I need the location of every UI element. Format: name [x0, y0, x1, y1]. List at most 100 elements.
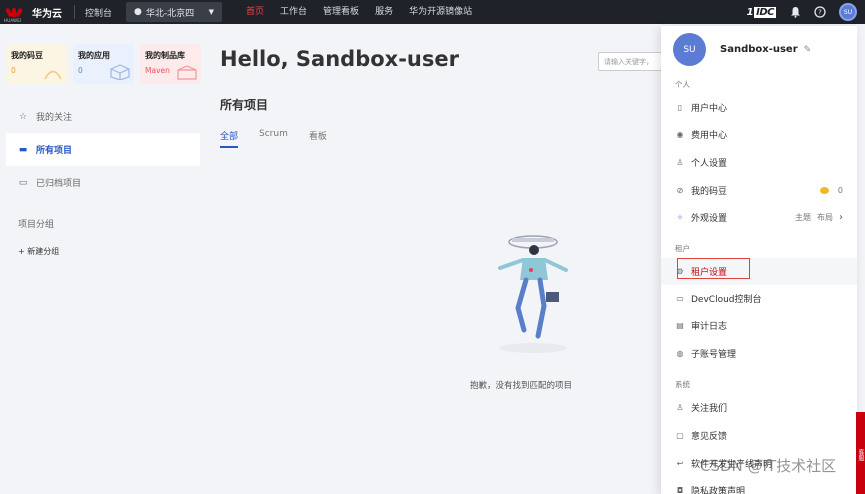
section-personal: 个人: [675, 80, 690, 89]
cube-deco-icon: [110, 64, 130, 80]
statement-icon: ↩: [676, 459, 684, 468]
card-my-beans[interactable]: 我的码豆 0: [6, 44, 67, 84]
star-icon: ☆: [18, 111, 28, 122]
huawei-logo[interactable]: HUAWEI 华为云: [0, 5, 74, 23]
section-system: 系统: [675, 380, 690, 389]
menu-item-label: 外观设置: [691, 214, 728, 224]
empty-state-illustration: [498, 235, 568, 353]
menu-subaccount-management[interactable]: ◍ 子账号管理: [661, 340, 857, 367]
menu-privacy-policy[interactable]: ◘ 隐私政策声明: [661, 477, 857, 494]
menu-my-beans[interactable]: ⊘ 我的码豆 0: [661, 177, 857, 204]
location-pin-icon: ●: [134, 7, 142, 17]
panel-user-header: SU Sandbox-user ✎: [673, 33, 811, 66]
menu-item-label: 隐私政策声明: [691, 487, 746, 494]
user-avatar-button[interactable]: SU: [839, 3, 857, 21]
menu-item-label: 审计日志: [691, 322, 728, 332]
wand-icon: ✧: [676, 213, 684, 222]
menu-personal-settings[interactable]: ♙ 个人设置: [661, 149, 857, 176]
sidebar-item-favorites[interactable]: ☆ 我的关注: [6, 100, 200, 133]
menu-item-label: 关注我们: [691, 404, 728, 414]
folder-icon: ▬: [18, 144, 28, 155]
menu-item-label: 我的码豆: [691, 187, 728, 197]
avatar: SU: [673, 33, 706, 66]
top-nav: HUAWEI 华为云 控制台 ● 华北-北京四 ▼ 首页 工作台 管理看板 服务…: [0, 0, 865, 24]
sidebar-item-label: 已归档项目: [36, 179, 82, 189]
theme-label: 主题: [795, 213, 811, 222]
billing-icon: ◉: [676, 130, 684, 139]
side-menu: ☆ 我的关注 ▬ 所有项目 ▭ 已归档项目: [6, 100, 200, 199]
menu-appearance-settings[interactable]: ✧ 外观设置 主题 布局 ›: [661, 204, 857, 231]
region-selector[interactable]: ● 华北-北京四 ▼: [126, 2, 223, 22]
brand-name: 华为云: [32, 8, 62, 20]
menu-user-center[interactable]: ▯ 用户中心: [661, 94, 857, 121]
project-tabs: 全部 Scrum 看板: [220, 129, 327, 148]
box-deco-icon: [177, 65, 197, 80]
menu-item-label: DevCloud控制台: [691, 295, 762, 305]
nav-home[interactable]: 首页: [246, 0, 264, 24]
layout-label: 布局: [817, 213, 833, 222]
bean-count: 0: [819, 186, 843, 195]
console-icon: ▭: [676, 294, 684, 303]
menu-item-label: 个人设置: [691, 159, 728, 169]
bean-icon: ⊘: [676, 186, 684, 195]
idc-logo[interactable]: 1 IDC: [747, 6, 776, 18]
feedback-icon: ▢: [676, 431, 684, 440]
menu-devcloud-console[interactable]: ▭ DevCloud控制台: [661, 285, 857, 312]
edit-pencil-icon[interactable]: ✎: [804, 45, 812, 55]
audit-log-icon: ▤: [676, 321, 684, 330]
region-label: 华北-北京四: [145, 8, 195, 19]
nav-services[interactable]: 服务: [375, 0, 393, 24]
nav-dashboard[interactable]: 管理看板: [323, 0, 359, 24]
tab-scrum[interactable]: Scrum: [259, 129, 288, 148]
card-title: 我的应用: [78, 51, 110, 60]
bean-deco-icon: [44, 70, 62, 80]
archive-icon: ▭: [18, 177, 28, 188]
person-icon: ♙: [676, 158, 684, 167]
sidebar-item-label: 所有项目: [36, 146, 73, 156]
sidebar-item-label: 我的关注: [36, 113, 73, 123]
bell-icon[interactable]: [789, 6, 801, 18]
chevron-right-icon: ›: [839, 212, 843, 223]
menu-audit-log[interactable]: ▤ 审计日志: [661, 312, 857, 339]
sidebar: 我的码豆 0 我的应用 0 我的制品库 Maven ☆ 我的关注 ▬ 所有项目 …: [0, 24, 210, 494]
follow-icon: ♙: [676, 403, 684, 412]
summary-cards: 我的码豆 0 我的应用 0 我的制品库 Maven: [6, 44, 201, 84]
help-icon[interactable]: ?: [814, 6, 826, 18]
card-title: 我的码豆: [11, 51, 43, 60]
sidebar-item-archived[interactable]: ▭ 已归档项目: [6, 166, 200, 199]
search-input[interactable]: 请输入关键字，: [598, 52, 662, 71]
card-my-artifacts[interactable]: 我的制品库 Maven: [140, 44, 201, 84]
console-link[interactable]: 控制台: [85, 6, 112, 19]
appearance-options: 主题 布局 ›: [795, 212, 843, 223]
coin-icon: [819, 187, 829, 194]
customer-service-tab[interactable]: 客服: [856, 412, 865, 494]
svg-text:?: ?: [818, 9, 822, 17]
menu-item-label: 费用中心: [691, 131, 728, 141]
username: Sandbox-user: [720, 44, 798, 55]
page-title: Hello, Sandbox-user: [220, 47, 459, 71]
subaccount-icon: ◍: [676, 349, 684, 358]
new-group-button[interactable]: + 新建分组: [18, 246, 59, 257]
sidebar-item-all-projects[interactable]: ▬ 所有项目: [6, 133, 200, 166]
nav-divider: [74, 5, 75, 19]
huawei-logo-icon: HUAWEI: [4, 5, 23, 23]
user-center-icon: ▯: [677, 103, 683, 112]
privacy-icon: ◘: [676, 486, 684, 494]
empty-state-text: 抱歉，没有找到匹配的项目: [470, 381, 573, 391]
project-group-title: 项目分组: [18, 220, 55, 230]
watermark: CSDN @IT技术社区: [700, 457, 837, 475]
nav-workbench[interactable]: 工作台: [280, 0, 307, 24]
tab-all[interactable]: 全部: [220, 129, 239, 148]
section-tenant: 租户: [675, 244, 690, 253]
menu-follow-us[interactable]: ♙ 关注我们: [661, 394, 857, 421]
card-title: 我的制品库: [145, 51, 185, 60]
nav-mirror-site[interactable]: 华为开源镜像站: [409, 0, 472, 24]
card-my-apps[interactable]: 我的应用 0: [73, 44, 134, 84]
section-title: 所有项目: [220, 98, 269, 112]
menu-billing-center[interactable]: ◉ 费用中心: [661, 121, 857, 148]
menu-item-label: 用户中心: [691, 104, 728, 114]
menu-item-label: 意见反馈: [691, 432, 728, 442]
highlight-box: [677, 258, 750, 279]
menu-feedback[interactable]: ▢ 意见反馈: [661, 422, 857, 449]
tab-kanban[interactable]: 看板: [309, 129, 327, 148]
